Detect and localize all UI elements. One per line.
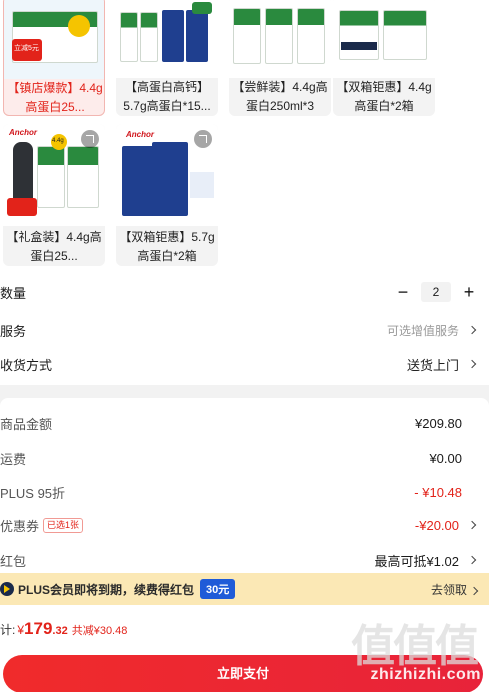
product-label-1: 【镇店爆款】4.4g高蛋白25... [7,81,103,114]
total-saved: 共减¥30.48 [71,625,128,637]
freight-label: 运费 [0,451,27,467]
delivery-value: 送货上门 [406,357,459,373]
delivery-label: 收货方式 [0,357,53,373]
product-image-3 [229,0,331,78]
product-label-4: 【双箱钜惠】4.4g高蛋白*2箱 [336,80,432,113]
goods-amount-label: 商品金额 [0,416,53,432]
expand-image-icon[interactable] [194,130,212,148]
product-image-4 [333,0,435,78]
redpack-amount-chip: 30元 [200,579,236,599]
product-label-2: 【高蛋白高钙】5.7g高蛋白*15... [123,80,211,113]
chevron-right-icon [467,520,477,530]
brand-logo: Anchor [126,130,154,139]
redpack-label: 红包 [0,553,27,569]
quantity-input[interactable]: 2 [421,282,451,302]
brand-logo: Anchor [9,128,37,137]
redpack-row[interactable]: 红包 最高可抵¥1.02 [0,543,489,577]
product-card-3[interactable]: 【尝鲜装】4.4g高蛋白250ml*3 [229,0,331,116]
promo-text: 立减5元 [14,45,39,52]
expand-image-icon[interactable] [81,130,99,148]
coupon-selected-tag: 已选1张 [43,517,84,533]
goods-amount-value: ¥209.80 [415,415,462,431]
total-integer: 179 [24,619,53,638]
product-variant-grid: 立减5元 【镇店爆款】4.4g高蛋白25... 【高蛋白高钙】5.7g高蛋白*1… [0,0,489,385]
service-row[interactable]: 服务 可选增值服务 [0,313,489,347]
plus-discount-row: PLUS 95折 - ¥10.48 [0,475,489,509]
product-card-2[interactable]: 【高蛋白高钙】5.7g高蛋白*15... [116,0,218,116]
price-detail-panel: 商品金额 ¥209.80 运费 ¥0.00 PLUS 95折 - ¥10.48 … [0,398,489,576]
coupon-label: 优惠券 [0,518,40,534]
chevron-right-icon [467,359,477,369]
product-card-4[interactable]: 【双箱钜惠】4.4g高蛋白*2箱 [333,0,435,116]
quantity-decrease-button[interactable]: − [393,282,413,303]
product-image-5: Anchor 4.4g [3,124,105,226]
freight-value: ¥0.00 [429,450,462,466]
redpack-value: 最高可抵¥1.02 [374,553,459,569]
product-label-6: 【双箱钜惠】5.7g高蛋白*2箱 [119,230,215,263]
quantity-increase-button[interactable]: + [459,282,479,303]
total-prefix: 计: [0,623,16,637]
product-label-5: 【礼盒装】4.4g高蛋白25... [6,230,102,263]
quantity-label: 数量 [0,285,27,301]
goods-amount-row: 商品金额 ¥209.80 [0,406,489,440]
badge-text: 4.4g [52,138,64,144]
plus-discount-value: - ¥10.48 [414,484,462,500]
chevron-right-icon [467,555,477,565]
service-value: 可选增值服务 [386,323,459,338]
plus-discount-label: PLUS 95折 [0,485,66,501]
chevron-right-icon [469,586,479,595]
product-card-5[interactable]: Anchor 4.4g 【礼盒装】4.4g高蛋白25... [3,124,105,266]
claim-link[interactable]: 去领取 [430,581,479,598]
plus-renewal-banner[interactable]: PLUS会员即将到期，续费得红包 30元 去领取 [0,573,489,605]
product-label-3: 【尝鲜装】4.4g高蛋白250ml*3 [232,80,328,113]
freight-row: 运费 ¥0.00 [0,441,489,475]
delivery-row[interactable]: 收货方式 送货上门 [0,347,489,381]
product-card-1[interactable]: 立减5元 【镇店爆款】4.4g高蛋白25... [3,0,105,116]
chevron-right-icon [467,325,477,335]
product-image-1: 立减5元 [4,0,104,79]
product-card-6[interactable]: Anchor 【双箱钜惠】5.7g高蛋白*2箱 [116,124,218,266]
plus-member-icon [0,582,14,596]
total-decimal: .32 [52,625,68,637]
service-label: 服务 [0,323,27,339]
total-price: 计: ¥ 179 .32 共减¥30.48 [0,619,127,639]
product-image-6: Anchor [116,124,218,226]
quantity-row: 数量 − 2 + [0,275,489,309]
plus-renewal-text: PLUS会员即将到期，续费得红包 [18,582,195,597]
coupon-row[interactable]: 优惠券 已选1张 -¥20.00 [0,508,489,542]
coupon-value: -¥20.00 [414,517,459,533]
product-image-2 [116,0,218,78]
claim-link-label: 去领取 [430,582,467,597]
watermark-logo: 值值值 [351,622,479,671]
total-currency: ¥ [17,623,25,637]
